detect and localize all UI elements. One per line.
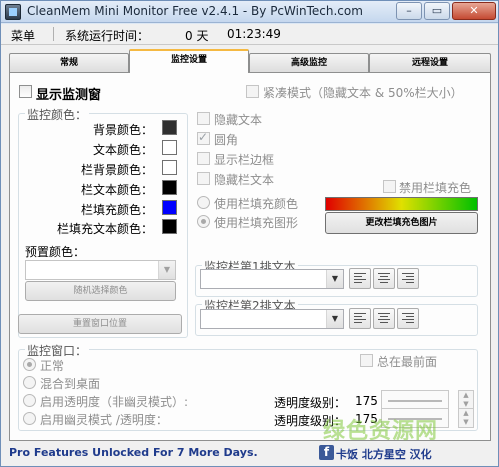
tab-advanced-monitor[interactable]: 高级监控: [249, 53, 369, 73]
tab-general[interactable]: 常规: [9, 53, 129, 73]
radio-selected-dot: [201, 219, 206, 224]
color-label-bar-fill: 栏填充颜色：: [80, 203, 153, 217]
fill-color-radio-label: 使用栏填充颜色: [214, 197, 299, 211]
opacity-spinner-2[interactable]: ▲ ▼: [458, 408, 474, 428]
menu-bar: 菜单 系统运行时间： 0 天 01:23:49: [1, 24, 498, 45]
preset-color-select[interactable]: ▼: [25, 260, 176, 280]
hide-bar-text-label: 隐藏栏文本: [214, 173, 275, 187]
align-left-button-row2[interactable]: [349, 308, 371, 329]
align-right-button-row2[interactable]: [397, 308, 419, 329]
uptime-label: 系统运行时间：: [65, 29, 150, 43]
tab-remote-settings[interactable]: 远程设置: [369, 53, 491, 73]
always-on-top-label: 总在最前面: [377, 355, 438, 369]
mode-transparency-label: 启用透明度（非幽灵模式）:: [40, 395, 189, 409]
opacity-slider-1[interactable]: [381, 390, 449, 410]
chevron-down-icon: ▼: [326, 270, 343, 288]
align-center-button-row2[interactable]: [373, 308, 395, 329]
show-monitor-label: 显示监测窗: [36, 88, 102, 103]
align-right-button[interactable]: [397, 268, 419, 289]
swatch-bar-text[interactable]: [162, 180, 177, 195]
opacity-spinner-1[interactable]: ▲ ▼: [458, 390, 474, 410]
mode-blend-desktop-radio[interactable]: [23, 376, 36, 389]
preset-label: 预置颜色：: [25, 245, 86, 259]
swatch-bar-background[interactable]: [162, 160, 177, 175]
random-color-button[interactable]: 随机选择颜色: [25, 281, 176, 301]
disable-bar-fill-checkbox[interactable]: [383, 180, 396, 193]
opacity-label-1: 透明度级别：: [274, 396, 347, 410]
show-bar-border-checkbox[interactable]: [197, 152, 210, 165]
fill-image-radio-label: 使用栏填充图形: [214, 216, 299, 230]
promo-text[interactable]: Pro Features Unlocked For 7 More Days.: [9, 446, 258, 459]
compact-mode-checkbox[interactable]: [246, 85, 259, 98]
minimize-button[interactable]: –: [396, 2, 422, 20]
app-window: CleanMem Mini Monitor Free v2.4.1 - By P…: [0, 0, 499, 467]
chevron-down-icon: ▼: [326, 310, 343, 328]
color-label-bar-background: 栏背景颜色：: [80, 163, 153, 177]
swatch-bar-fill[interactable]: [162, 200, 177, 215]
mode-ghost-label: 启用幽灵模式 /透明度：: [40, 413, 168, 427]
color-label-background: 背景颜色：: [92, 123, 153, 137]
title-bar[interactable]: CleanMem Mini Monitor Free v2.4.1 - By P…: [1, 1, 498, 23]
color-label-bar-text: 栏文本颜色：: [80, 183, 153, 197]
show-monitor-checkbox[interactable]: [19, 85, 32, 98]
round-corners-label: 圆角: [214, 133, 239, 147]
change-fill-image-button[interactable]: 更改栏填充色图片: [325, 212, 478, 234]
uptime-time: 01:23:49: [227, 27, 281, 41]
fill-image-radio[interactable]: [197, 215, 210, 228]
menu-separator: [53, 27, 54, 41]
swatch-bar-fill-text[interactable]: [162, 219, 177, 234]
mode-blend-desktop-label: 混合到桌面: [40, 377, 101, 391]
hide-text-label: 隐藏文本: [214, 113, 263, 127]
app-icon: [5, 4, 21, 20]
mode-ghost-radio[interactable]: [23, 412, 36, 425]
align-center-button[interactable]: [373, 268, 395, 289]
status-bar: Pro Features Unlocked For 7 More Days. f…: [1, 442, 498, 466]
watermark: 绿色资源网: [323, 419, 439, 444]
color-label-bar-fill-text: 栏填充文本颜色：: [56, 222, 153, 236]
hide-bar-text-checkbox[interactable]: [197, 172, 210, 185]
reset-window-position-button[interactable]: 重置窗口位置: [18, 314, 182, 334]
color-label-text: 文本颜色：: [92, 143, 153, 157]
mode-transparency-radio[interactable]: [23, 394, 36, 407]
always-on-top-checkbox[interactable]: [360, 354, 373, 367]
disable-bar-fill-label: 禁用栏填充色: [399, 181, 472, 195]
radio-selected-dot: [27, 362, 32, 367]
compact-mode-label: 紧凑模式（隐藏文本 & 50%栏大小）: [263, 86, 463, 100]
facebook-icon[interactable]: f: [319, 445, 334, 460]
checkmark-icon: ✓: [198, 130, 209, 144]
slider-track: [388, 400, 442, 402]
bar-text-row2-select[interactable]: ▼: [200, 309, 344, 329]
align-left-button[interactable]: [349, 268, 371, 289]
swatch-text[interactable]: [162, 140, 177, 155]
maximize-button[interactable]: ▭: [424, 2, 450, 20]
tab-monitor-settings[interactable]: 监控设置: [129, 49, 249, 73]
menu-main[interactable]: 菜单: [11, 27, 35, 44]
swatch-background[interactable]: [162, 120, 177, 135]
show-bar-border-label: 显示栏边框: [214, 153, 275, 167]
hide-text-checkbox[interactable]: [197, 112, 210, 125]
opacity-value-1: 175: [355, 394, 378, 408]
fill-color-radio[interactable]: [197, 196, 210, 209]
chevron-down-icon: ▼: [158, 261, 175, 279]
credits-text: 卡饭 北方星空 汉化: [336, 448, 432, 461]
bar-fill-gradient-preview: [325, 197, 478, 211]
round-corners-checkbox[interactable]: ✓: [197, 130, 210, 145]
uptime-days: 0 天: [185, 29, 209, 43]
mode-normal-label: 正常: [40, 359, 65, 373]
window-title: CleanMem Mini Monitor Free v2.4.1 - By P…: [27, 4, 363, 18]
bar-text-row1-select[interactable]: ▼: [200, 269, 344, 289]
close-button[interactable]: ✕: [452, 2, 496, 20]
mode-normal-radio[interactable]: [23, 358, 36, 371]
